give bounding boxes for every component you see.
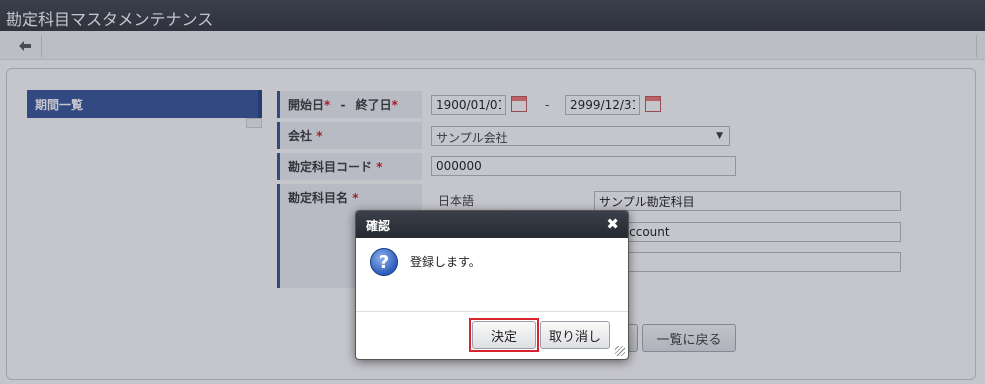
close-icon[interactable]: ✖ [606, 215, 619, 233]
resize-grip-icon[interactable] [615, 346, 625, 356]
dialog-titlebar: 確認 ✖ [356, 211, 628, 238]
ok-button[interactable]: 決定 [472, 321, 536, 349]
dialog-message: 登録します。 [410, 255, 481, 269]
cancel-button[interactable]: 取り消し [540, 321, 610, 349]
dialog-divider [356, 311, 628, 312]
question-icon: ? [370, 248, 398, 276]
confirm-dialog: 確認 ✖ ? 登録します。 決定 取り消し [355, 210, 629, 360]
dialog-title: 確認 [366, 219, 391, 233]
